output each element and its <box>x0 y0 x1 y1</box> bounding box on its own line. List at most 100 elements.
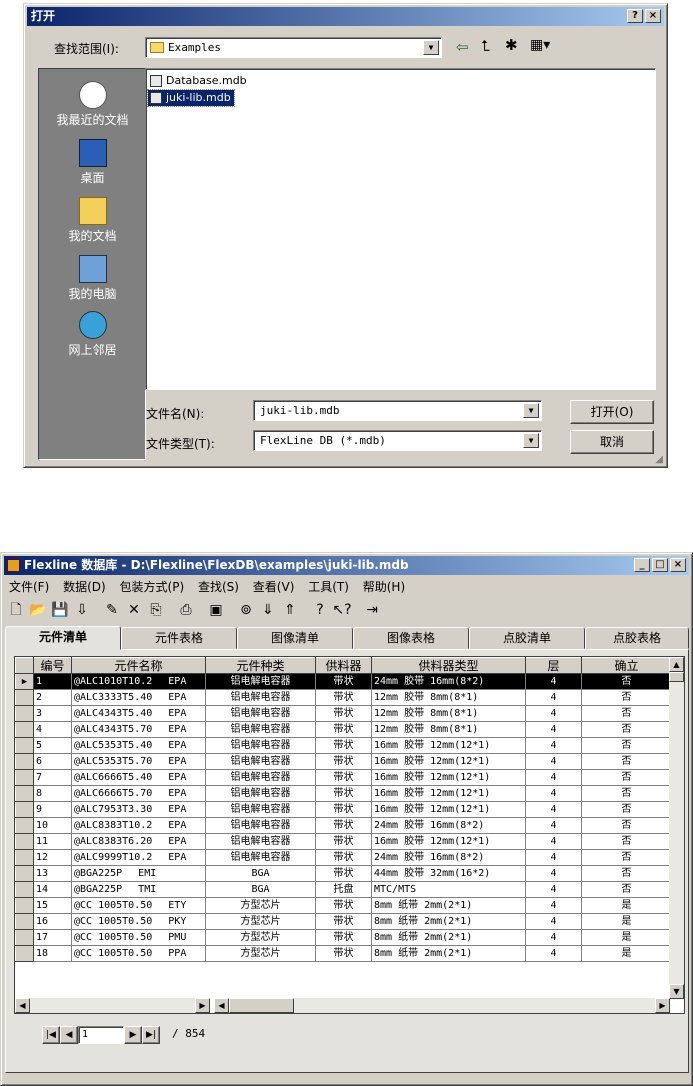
row-indicator[interactable] <box>15 945 34 962</box>
cell-feeder-type[interactable]: 8mm 纸带 2mm(2*1) <box>371 929 526 946</box>
row-indicator[interactable] <box>15 897 34 914</box>
cell-name[interactable]: @CC 1005T0.50 ETY <box>71 897 206 914</box>
scroll-thumb[interactable] <box>229 998 294 1013</box>
copy-icon[interactable]: ⎘ <box>145 599 167 621</box>
cell-layer[interactable]: 4 <box>525 721 582 738</box>
open-button[interactable]: 打开(O) <box>570 400 654 424</box>
cell-name[interactable]: @CC 1005T0.50 PMU <box>71 929 206 946</box>
cell-feeder-type[interactable]: 16mm 胶带 12mm(12*1) <box>371 769 526 786</box>
cell-confirmed[interactable]: 否 <box>581 817 672 834</box>
back-icon[interactable]: ⇦ <box>456 38 469 56</box>
chevron-down-icon[interactable]: ▼ <box>423 40 439 55</box>
cell-name[interactable]: @ALC6666T5.40 EPA <box>71 769 206 786</box>
cell-confirmed[interactable]: 否 <box>581 705 672 722</box>
table-row[interactable]: 8 @ALC6666T5.70 EPA 铝电解电容器 带状 16mm 胶带 12mm(12… <box>15 785 672 802</box>
row-indicator[interactable] <box>15 929 34 946</box>
row-indicator[interactable] <box>15 881 34 898</box>
print-icon[interactable]: ⎙ <box>175 599 197 621</box>
row-indicator[interactable] <box>15 737 34 754</box>
cell-feeder-type[interactable]: 24mm 胶带 16mm(8*2) <box>371 817 526 834</box>
cell-layer[interactable]: 4 <box>525 769 582 786</box>
cell-id[interactable]: 6 <box>33 753 72 770</box>
cell-layer[interactable]: 4 <box>525 929 582 946</box>
cell-name[interactable]: @ALC4343T5.70 EPA <box>71 721 206 738</box>
cell-layer[interactable]: 4 <box>525 881 582 898</box>
maximize-button[interactable]: □ <box>652 558 668 572</box>
cell-feeder-type[interactable]: 16mm 胶带 12mm(12*1) <box>371 753 526 770</box>
record-number-input[interactable]: 1 <box>78 1026 124 1044</box>
cell-type[interactable]: 铝电解电容器 <box>205 721 316 738</box>
row-indicator[interactable] <box>15 753 34 770</box>
column-header-name[interactable]: 元件名称 <box>71 657 206 674</box>
cell-feeder[interactable]: 带状 <box>315 929 372 946</box>
scroll-thumb[interactable] <box>669 672 684 682</box>
cell-layer[interactable]: 4 <box>525 705 582 722</box>
cell-feeder[interactable]: 带状 <box>315 849 372 866</box>
row-indicator[interactable] <box>15 721 34 738</box>
row-indicator[interactable] <box>15 849 34 866</box>
cell-type[interactable]: 铝电解电容器 <box>205 705 316 722</box>
scroll-down-icon[interactable]: ▼ <box>669 984 684 999</box>
cell-feeder-type[interactable]: 44mm 胶带 32mm(16*2) <box>371 865 526 882</box>
table-row[interactable]: 14 @BGA225P TMI BGA 托盘 MTC/MTS 4 否 <box>15 881 672 898</box>
place-computer[interactable]: 我的电脑 <box>39 255 146 302</box>
close-button[interactable]: × <box>645 9 661 23</box>
horizontal-scrollbar-right[interactable]: ◀ ▶ <box>214 998 670 1013</box>
cell-type[interactable]: 方型芯片 <box>205 913 316 930</box>
cell-layer[interactable]: 4 <box>525 833 582 850</box>
cell-type[interactable]: 铝电解电容器 <box>205 689 316 706</box>
cell-layer[interactable]: 4 <box>525 673 582 690</box>
menu-file[interactable]: 文件(F) <box>9 580 49 594</box>
row-indicator[interactable] <box>15 769 34 786</box>
tab-dispense-table[interactable]: 点胶表格 <box>585 627 689 649</box>
data-grid[interactable]: 编号 元件名称 元件种类 供料器 供料器类型 层 确立 ▶ 1 @ALC1010T1… <box>14 656 685 1014</box>
cell-confirmed[interactable]: 否 <box>581 833 672 850</box>
cell-feeder[interactable]: 带状 <box>315 865 372 882</box>
chevron-down-icon[interactable]: ▼ <box>523 403 539 418</box>
cell-name[interactable]: @BGA225P EMI <box>71 865 206 882</box>
tab-component-table[interactable]: 元件表格 <box>121 627 237 649</box>
table-row[interactable]: 11 @ALC8383T6.20 EPA 铝电解电容器 带状 16mm 胶带 12mm(1… <box>15 833 672 850</box>
filetype-select[interactable]: FlexLine DB (*.mdb) ▼ <box>253 430 542 451</box>
file-list[interactable]: Database.mdb juki-lib.mdb <box>145 68 656 390</box>
delete-icon[interactable]: ✕ <box>123 599 145 621</box>
cell-type[interactable]: 铝电解电容器 <box>205 801 316 818</box>
first-record-button[interactable]: |◀ <box>42 1026 60 1044</box>
help-icon[interactable]: ? <box>309 599 331 621</box>
place-recent[interactable]: 我最近的文档 <box>39 81 146 128</box>
cell-id[interactable]: 10 <box>33 817 72 834</box>
tab-image-table[interactable]: 图像表格 <box>353 627 469 649</box>
cell-feeder-type[interactable]: 24mm 胶带 16mm(8*2) <box>371 849 526 866</box>
place-documents[interactable]: 我的文档 <box>39 197 146 244</box>
cell-feeder-type[interactable]: 16mm 胶带 12mm(12*1) <box>371 785 526 802</box>
cell-type[interactable]: 方型芯片 <box>205 945 316 962</box>
cell-feeder[interactable]: 带状 <box>315 737 372 754</box>
table-row[interactable]: 3 @ALC4343T5.40 EPA 铝电解电容器 带状 12mm 胶带 8mm(8*1… <box>15 705 672 722</box>
scroll-right-icon[interactable]: ▶ <box>655 998 670 1013</box>
cancel-button[interactable]: 取消 <box>570 430 654 454</box>
cell-confirmed[interactable]: 否 <box>581 769 672 786</box>
horizontal-scrollbar-left[interactable]: ◀ ▶ <box>15 998 210 1013</box>
cell-feeder[interactable]: 带状 <box>315 673 372 690</box>
cell-feeder[interactable]: 带状 <box>315 753 372 770</box>
import-icon[interactable]: ⇩ <box>71 599 93 621</box>
cell-type[interactable]: 铝电解电容器 <box>205 785 316 802</box>
row-indicator[interactable] <box>15 785 34 802</box>
cell-confirmed[interactable]: 否 <box>581 849 672 866</box>
edit-icon[interactable]: ✎ <box>101 599 123 621</box>
cell-layer[interactable]: 4 <box>525 801 582 818</box>
cell-layer[interactable]: 4 <box>525 753 582 770</box>
cell-layer[interactable]: 4 <box>525 865 582 882</box>
cell-name[interactable]: @ALC1010T10.2 EPA <box>71 673 206 690</box>
cell-id[interactable]: 9 <box>33 801 72 818</box>
help-button[interactable]: ? <box>627 9 643 23</box>
table-row[interactable]: ▶ 1 @ALC1010T10.2 EPA 铝电解电容器 带状 24mm 胶带 16mm(8… <box>15 673 672 690</box>
cell-layer[interactable]: 4 <box>525 849 582 866</box>
cell-id[interactable]: 12 <box>33 849 72 866</box>
cell-feeder[interactable]: 带状 <box>315 705 372 722</box>
cell-name[interactable]: @ALC8383T6.20 EPA <box>71 833 206 850</box>
cell-feeder-type[interactable]: 16mm 胶带 12mm(12*1) <box>371 737 526 754</box>
row-indicator[interactable] <box>15 689 34 706</box>
cell-type[interactable]: 方型芯片 <box>205 897 316 914</box>
cell-feeder-type[interactable]: 12mm 胶带 8mm(8*1) <box>371 689 526 706</box>
